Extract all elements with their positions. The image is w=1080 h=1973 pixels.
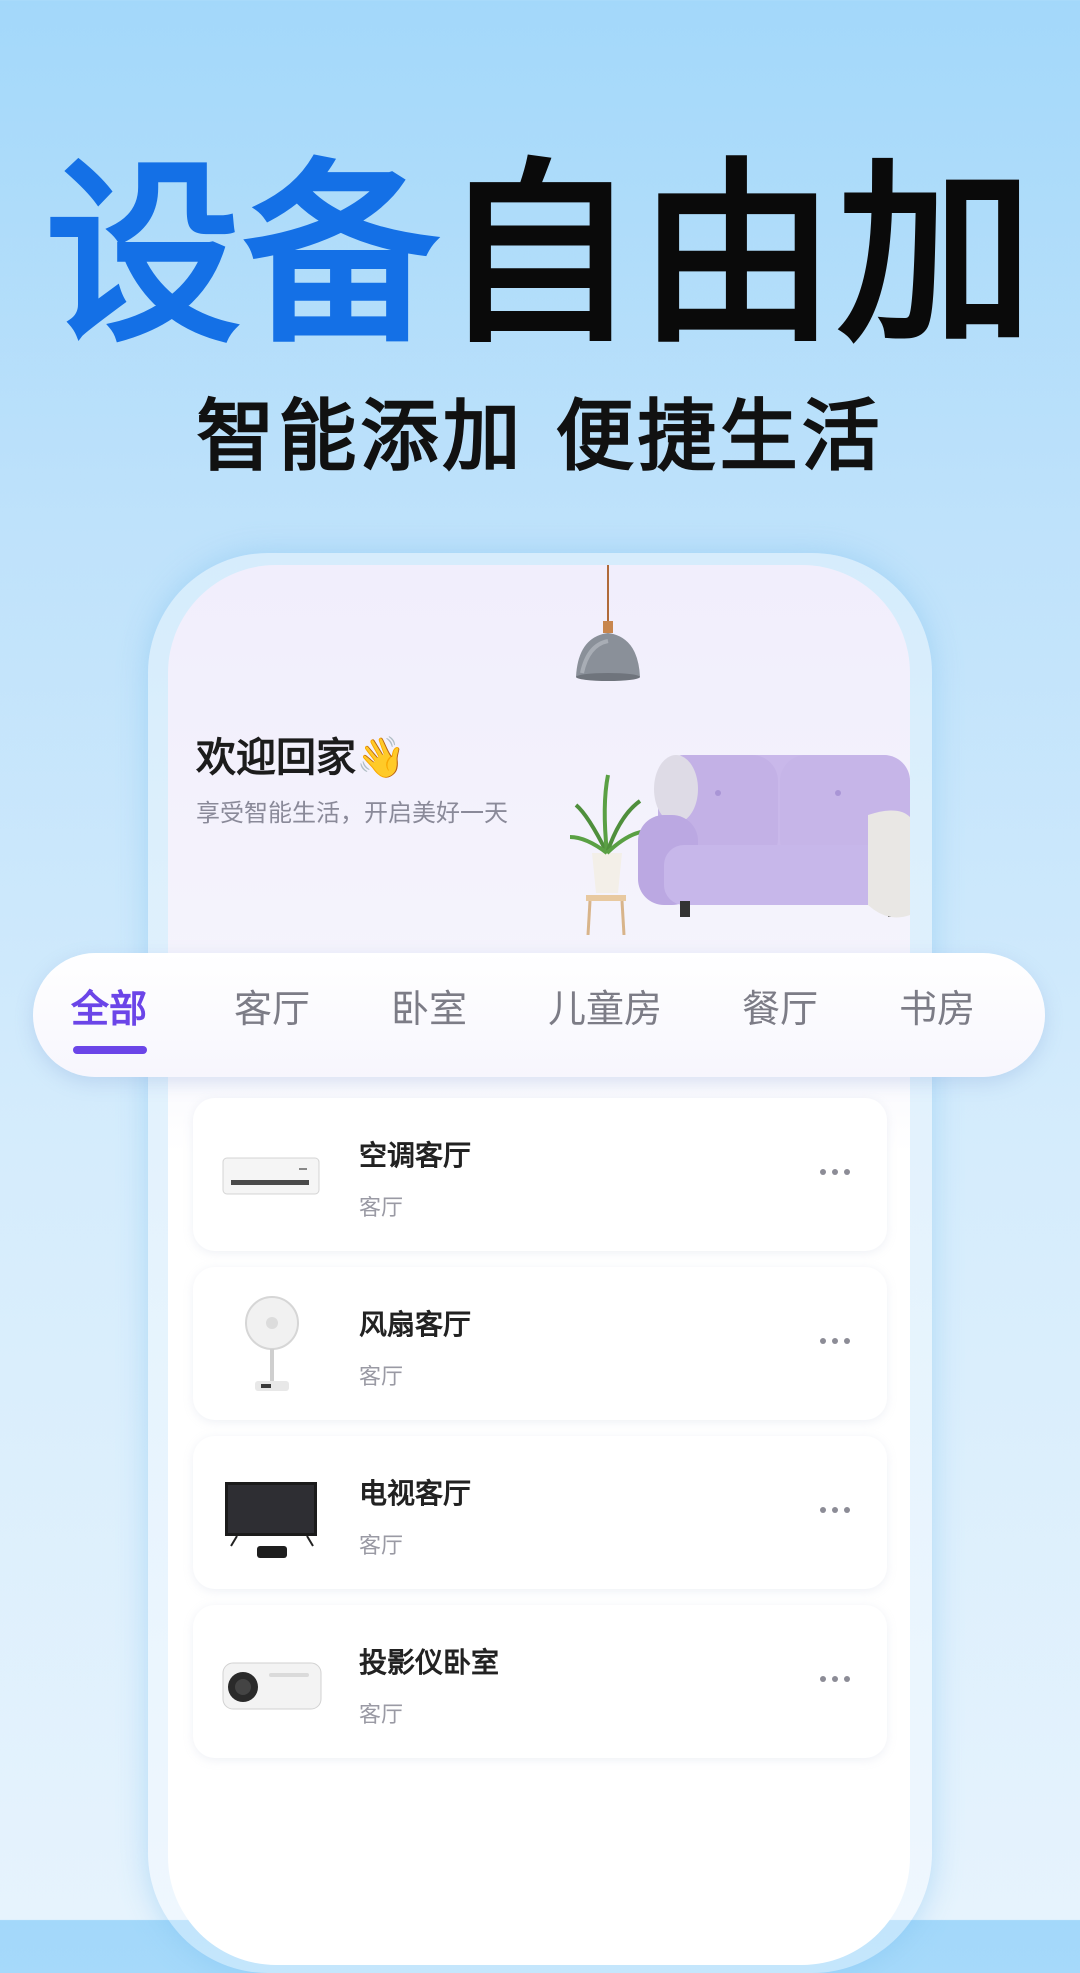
fan-icon xyxy=(245,1296,299,1391)
device-card-fan[interactable]: 风扇客厅 客厅 xyxy=(193,1267,887,1420)
welcome-tagline: 享受智能生活，开启美好一天 xyxy=(196,799,508,827)
tv-icon xyxy=(225,1482,317,1558)
air-conditioner-icon xyxy=(222,1157,320,1195)
tab-kids-room[interactable]: 儿童房 xyxy=(548,988,662,1031)
device-card-tv[interactable]: 电视客厅 客厅 xyxy=(193,1436,887,1589)
hero-title-black: 自由加 xyxy=(441,142,1036,370)
more-options-icon[interactable] xyxy=(815,1329,855,1353)
pendant-lamp-icon xyxy=(576,565,640,681)
device-name: 空调客厅 xyxy=(359,1139,472,1172)
device-room: 客厅 xyxy=(359,1534,404,1559)
hero-subtitle: 智能添加 便捷生活 xyxy=(196,392,884,482)
tab-living-room[interactable]: 客厅 xyxy=(234,988,310,1031)
hero-title: 设备自由加 xyxy=(0,158,1080,354)
more-options-icon[interactable] xyxy=(815,1498,855,1522)
device-room: 客厅 xyxy=(359,1196,404,1221)
more-options-icon[interactable] xyxy=(815,1160,855,1184)
tab-dining-room[interactable]: 餐厅 xyxy=(742,988,818,1031)
tab-study[interactable]: 书房 xyxy=(899,988,975,1031)
active-tab-indicator xyxy=(73,1046,147,1054)
tab-all[interactable]: 全部 xyxy=(71,988,147,1031)
sofa-illustration-icon xyxy=(569,755,910,935)
device-name: 电视客厅 xyxy=(359,1477,472,1510)
device-name: 风扇客厅 xyxy=(359,1308,472,1341)
projector-icon xyxy=(222,1662,322,1710)
device-room: 客厅 xyxy=(359,1703,404,1728)
hero-title-blue: 设备 xyxy=(44,142,441,370)
device-name: 投影仪卧室 xyxy=(359,1646,500,1679)
welcome-heading: 欢迎回家👋 xyxy=(196,735,406,781)
more-options-icon[interactable] xyxy=(815,1667,855,1691)
tab-bedroom[interactable]: 卧室 xyxy=(391,988,467,1031)
device-room: 客厅 xyxy=(359,1365,404,1390)
device-card-projector[interactable]: 投影仪卧室 客厅 xyxy=(193,1605,887,1758)
room-tab-bar: 全部 客厅 卧室 儿童房 餐厅 书房 xyxy=(33,953,1045,1077)
device-card-air-conditioner[interactable]: 空调客厅 客厅 xyxy=(193,1098,887,1251)
